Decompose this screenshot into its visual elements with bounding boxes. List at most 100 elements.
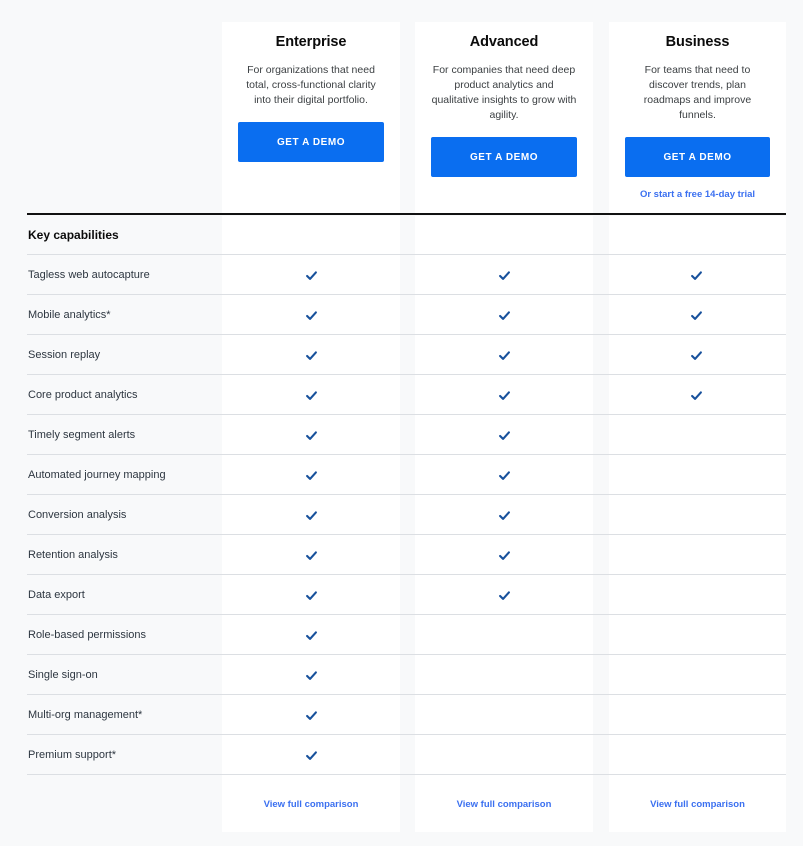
section-title: Key capabilities (28, 228, 119, 242)
section-header-cell-enterprise (222, 215, 400, 255)
plan-card-business: Business For teams that need to discover… (609, 22, 786, 214)
capability-cell-business (608, 495, 785, 535)
column-gap (593, 695, 608, 735)
capability-cell-business (608, 295, 785, 335)
section-header-cell-business (608, 215, 785, 255)
plan-card-enterprise: Enterprise For organizations that need t… (222, 22, 400, 214)
capability-cell-enterprise (222, 455, 400, 495)
check-icon (690, 269, 703, 282)
check-icon (498, 509, 511, 522)
capability-label: Role-based permissions (28, 629, 146, 641)
column-gap (400, 655, 415, 695)
column-gap (400, 535, 415, 575)
capability-cell-business (608, 655, 785, 695)
capability-cell-advanced (415, 455, 593, 495)
footer-cell-advanced: View full comparison (415, 776, 593, 832)
column-gap (593, 335, 608, 375)
capability-cell-enterprise (222, 495, 400, 535)
free-trial-link-business[interactable]: Or start a free 14-day trial (625, 189, 770, 200)
footer-cell-business: View full comparison (609, 776, 786, 832)
capability-cell-advanced (415, 375, 593, 415)
check-icon (305, 549, 318, 562)
capability-cell-business (608, 415, 785, 455)
view-full-comparison-link-enterprise[interactable]: View full comparison (264, 799, 359, 810)
column-gap (593, 215, 608, 255)
check-icon (305, 629, 318, 642)
check-icon (498, 469, 511, 482)
capability-label: Conversion analysis (28, 509, 127, 521)
view-full-comparison-link-business[interactable]: View full comparison (650, 799, 745, 810)
capability-cell-enterprise (222, 655, 400, 695)
capability-cell-enterprise (222, 695, 400, 735)
check-icon (498, 389, 511, 402)
capability-label: Single sign-on (28, 669, 98, 681)
capability-cell-advanced (415, 335, 593, 375)
plan-name: Enterprise (275, 34, 347, 50)
capability-cell-business (608, 375, 785, 415)
footer-cell-enterprise: View full comparison (222, 776, 400, 832)
check-icon (305, 269, 318, 282)
plan-header-row: Enterprise For organizations that need t… (0, 22, 803, 214)
get-a-demo-button-enterprise[interactable]: GET A DEMO (238, 122, 384, 162)
view-full-comparison-link-advanced[interactable]: View full comparison (457, 799, 552, 810)
capability-cell-business (608, 615, 785, 655)
capability-cell-enterprise (222, 335, 400, 375)
capability-label: Premium support* (28, 749, 117, 761)
table-row: Role-based permissions (0, 615, 803, 655)
capability-cell-advanced (415, 415, 593, 455)
capability-cell-business (608, 335, 785, 375)
capability-cell-enterprise (222, 615, 400, 655)
capability-cell-business (608, 455, 785, 495)
column-gap (400, 495, 415, 535)
check-icon (498, 549, 511, 562)
capability-label: Timely segment alerts (28, 429, 136, 441)
capability-cell-enterprise (222, 375, 400, 415)
table-row: Core product analytics (0, 375, 803, 415)
capability-cell-business (608, 575, 785, 615)
capability-cell-advanced (415, 295, 593, 335)
check-icon (305, 429, 318, 442)
capability-label: Retention analysis (28, 549, 118, 561)
plan-card-advanced: Advanced For companies that need deep pr… (415, 22, 593, 214)
table-row: Mobile analytics* (0, 295, 803, 335)
column-gap (593, 375, 608, 415)
check-icon (305, 589, 318, 602)
column-gap (400, 335, 415, 375)
column-gap (400, 215, 415, 255)
column-gap (400, 735, 415, 775)
column-gap (593, 575, 608, 615)
capability-label: Data export (28, 589, 85, 601)
column-gap (400, 575, 415, 615)
get-a-demo-button-advanced[interactable]: GET A DEMO (431, 137, 577, 177)
capability-cell-enterprise (222, 415, 400, 455)
check-icon (498, 589, 511, 602)
check-icon (305, 309, 318, 322)
plan-name: Advanced (469, 34, 539, 50)
check-icon (305, 709, 318, 722)
check-icon (305, 749, 318, 762)
column-gap (593, 415, 608, 455)
column-gap (593, 455, 608, 495)
column-gap (400, 295, 415, 335)
column-gap (400, 255, 415, 295)
footer-link-row: View full comparison View full compariso… (0, 776, 803, 832)
plan-description: For teams that need to discover trends, … (643, 64, 752, 121)
capability-comparison-table: Key capabilities Tagless web autocapture… (0, 215, 803, 775)
capability-cell-enterprise (222, 255, 400, 295)
capability-cell-advanced (415, 615, 593, 655)
table-row: Multi-org management* (0, 695, 803, 735)
table-row: Single sign-on (0, 655, 803, 695)
table-row: Automated journey mapping (0, 455, 803, 495)
column-gap (593, 255, 608, 295)
column-gap (400, 455, 415, 495)
capability-cell-advanced (415, 695, 593, 735)
capability-label: Automated journey mapping (28, 469, 166, 481)
get-a-demo-button-business[interactable]: GET A DEMO (625, 137, 770, 177)
capability-cell-advanced (415, 655, 593, 695)
capability-cell-enterprise (222, 535, 400, 575)
check-icon (305, 669, 318, 682)
check-icon (305, 349, 318, 362)
check-icon (498, 429, 511, 442)
capability-cell-enterprise (222, 295, 400, 335)
capability-label: Session replay (28, 349, 101, 361)
